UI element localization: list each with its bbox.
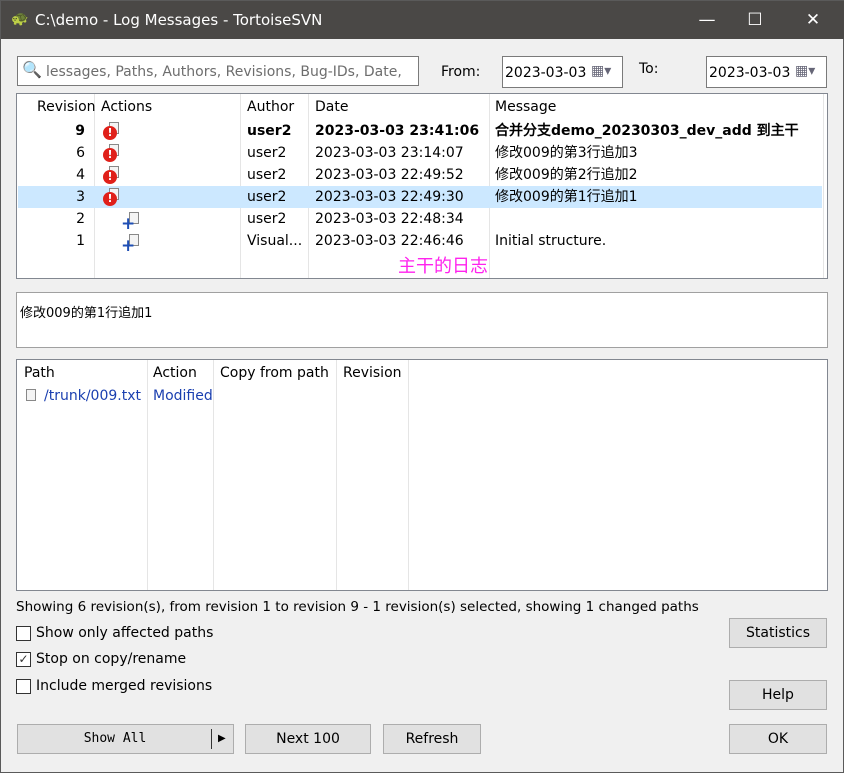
search-icon[interactable]: 🔍 (22, 60, 42, 79)
to-date-picker[interactable]: 2023-03-03 ▦▾ (706, 56, 827, 88)
minimize-button[interactable]: — (684, 1, 730, 39)
path-row[interactable]: /trunk/009.txt Modified (17, 387, 417, 409)
statistics-button[interactable]: Statistics (729, 618, 827, 648)
date-cell: 2023-03-03 22:48:34 (315, 211, 464, 227)
author-cell: user2 (247, 189, 287, 205)
help-button[interactable]: Help (729, 680, 827, 710)
to-date-value: 2023-03-03 (709, 65, 791, 81)
message-cell: 合并分支demo_20230303_dev_add 到主干 (495, 123, 799, 139)
modified-icon: ! (103, 126, 117, 140)
ok-button[interactable]: OK (729, 724, 827, 754)
column-header-author[interactable]: Author (247, 99, 294, 115)
next-100-button[interactable]: Next 100 (245, 724, 371, 754)
dropdown-arrow-icon[interactable]: ▶ (218, 725, 226, 753)
file-icon (26, 389, 36, 401)
log-row[interactable]: 4! user2 2023-03-03 22:49:52 修改009的第2行追加… (18, 164, 822, 186)
path-value: /trunk/009.txt (44, 388, 141, 404)
revision-cell: 6 (76, 145, 85, 161)
from-date-value: 2023-03-03 (505, 65, 587, 81)
checkbox-label: Show only affected paths (36, 625, 214, 641)
checkbox[interactable] (16, 626, 31, 641)
author-cell: Visual... (247, 233, 303, 249)
column-header-revision[interactable]: Revision (343, 365, 402, 381)
log-row[interactable]: 9! user2 2023-03-03 23:41:06 合并分支demo_20… (18, 120, 822, 142)
annotation-label: 主干的日志 (398, 256, 488, 277)
message-text: 修改009的第1行追加1 (20, 306, 153, 321)
show-all-button[interactable]: Show All (18, 725, 212, 753)
log-row[interactable]: 2 + user2 2023-03-03 22:48:34 (18, 208, 822, 234)
column-header-date[interactable]: Date (315, 99, 348, 115)
date-cell: 2023-03-03 23:41:06 (315, 123, 480, 139)
message-box[interactable]: 修改009的第1行追加1 (16, 292, 828, 348)
checkbox-label: Stop on copy/rename (36, 651, 187, 667)
search-placeholder: lessages, Paths, Authors, Revisions, Bug… (46, 64, 402, 80)
date-cell: 2023-03-03 22:49:52 (315, 167, 464, 183)
author-cell: user2 (247, 123, 292, 139)
revision-cell: 1 (76, 233, 85, 249)
log-row[interactable]: 1 + Visual... 2023-03-03 22:46:46 Initial… (18, 230, 822, 256)
refresh-button[interactable]: Refresh (383, 724, 481, 754)
title-bar: 🐢 C:\demo - Log Messages - TortoiseSVN —… (1, 1, 844, 39)
date-cell: 2023-03-03 22:46:46 (315, 233, 464, 249)
maximize-button[interactable]: ☐ (732, 1, 778, 39)
added-icon: + (121, 236, 136, 256)
column-header-actions[interactable]: Actions (101, 99, 152, 115)
log-row[interactable]: 3! user2 2023-03-03 22:49:30 修改009的第1行追加… (18, 186, 822, 208)
modified-icon: ! (103, 192, 117, 206)
column-header-copy-from-path[interactable]: Copy from path (220, 365, 329, 381)
message-cell: Initial structure. (495, 233, 607, 249)
added-icon: + (121, 214, 136, 234)
option-checkbox[interactable]: Include merged revisions (16, 678, 316, 696)
search-input[interactable]: 🔍 lessages, Paths, Authors, Revisions, B… (17, 56, 419, 86)
date-cell: 2023-03-03 23:14:07 (315, 145, 464, 161)
modified-icon: ! (103, 170, 117, 184)
calendar-dropdown-icon[interactable]: ▦▾ (591, 63, 611, 79)
author-cell: user2 (247, 211, 287, 227)
path-action: Modified (153, 388, 213, 404)
revision-cell: 4 (76, 167, 85, 183)
from-label: From: (441, 64, 481, 80)
checkbox-label: Include merged revisions (36, 678, 213, 694)
message-cell: 修改009的第1行追加1 (495, 189, 638, 205)
show-all-split-button[interactable]: Show All ▶ (17, 724, 234, 754)
to-label: To: (639, 61, 659, 77)
option-checkbox[interactable]: Show only affected paths (16, 625, 316, 643)
modified-icon: ! (103, 148, 117, 162)
calendar-dropdown-icon[interactable]: ▦▾ (795, 63, 815, 79)
revision-cell: 9 (75, 123, 85, 139)
changed-paths-list[interactable]: Path Action Copy from path Revision /tru… (16, 359, 828, 591)
checkbox[interactable]: ✓ (16, 652, 31, 667)
option-checkbox[interactable]: ✓ Stop on copy/rename (16, 651, 316, 669)
column-header-path[interactable]: Path (24, 365, 55, 381)
log-row[interactable]: 6! user2 2023-03-03 23:14:07 修改009的第3行追加… (18, 142, 822, 164)
window-title: C:\demo - Log Messages - TortoiseSVN (35, 11, 323, 29)
status-text: Showing 6 revision(s), from revision 1 t… (16, 599, 699, 615)
column-header-revision[interactable]: Revision (37, 99, 96, 115)
message-cell: 修改009的第3行追加3 (495, 145, 638, 161)
close-button[interactable]: ✕ (790, 1, 836, 39)
date-cell: 2023-03-03 22:49:30 (315, 189, 464, 205)
column-header-action[interactable]: Action (153, 365, 197, 381)
message-cell: 修改009的第2行追加2 (495, 167, 638, 183)
revision-cell: 3 (76, 189, 85, 205)
revision-cell: 2 (76, 211, 85, 227)
checkbox[interactable] (16, 679, 31, 694)
log-list[interactable]: Revision Actions Author Date Message 9! … (16, 93, 828, 279)
author-cell: user2 (247, 167, 287, 183)
from-date-picker[interactable]: 2023-03-03 ▦▾ (502, 56, 623, 88)
tortoise-app-icon: 🐢 (11, 11, 29, 27)
author-cell: user2 (247, 145, 287, 161)
column-header-message[interactable]: Message (495, 99, 556, 115)
